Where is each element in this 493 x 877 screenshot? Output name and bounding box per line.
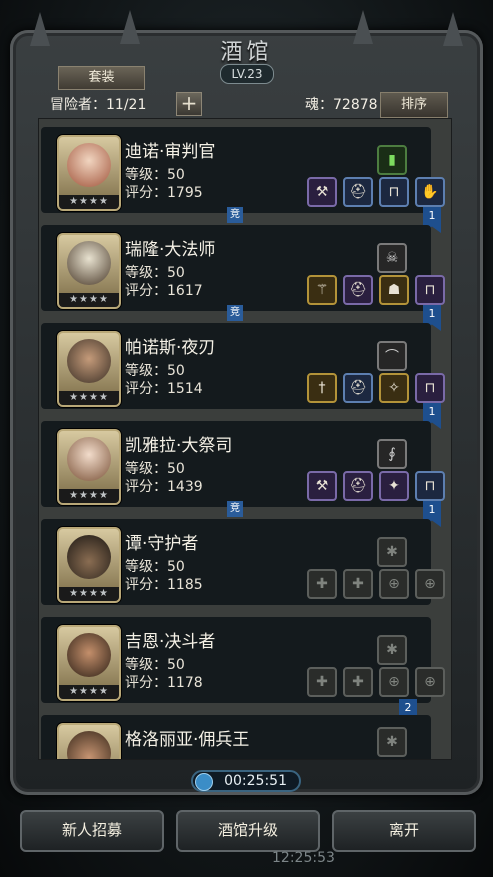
arena-tag: 竞 xyxy=(227,207,243,223)
armor-icon[interactable]: ⊓ xyxy=(415,275,445,305)
hero-name: 瑞隆·大法师 xyxy=(125,240,216,260)
star-rating: ★★★★ xyxy=(59,587,119,601)
recruit-timer: 00:25:51 xyxy=(191,770,301,792)
bracer-icon[interactable]: ⌒ xyxy=(377,341,407,371)
empty-slot-icon[interactable]: ✱ xyxy=(377,635,407,665)
helmet-icon[interactable]: ⛑ xyxy=(343,275,373,305)
empty-armor-slot-icon[interactable]: ✚ xyxy=(343,569,373,599)
empty-weapon-slot-icon[interactable]: ✚ xyxy=(307,569,337,599)
star-rating: ★★★★ xyxy=(59,293,119,307)
hero-level: 等级：50 xyxy=(125,657,185,673)
empty-slot-icon[interactable]: ⊕ xyxy=(379,667,409,697)
hero-score: 评分：1185 xyxy=(125,577,203,593)
skull-mask-icon xyxy=(67,241,111,285)
hero-row[interactable]: ★★★★ 凯雅拉·大祭司 等级：50 评分：1439 ∮ ⚒ ⛑ ✦ ⊓ xyxy=(41,421,445,507)
empty-slot-icon[interactable]: ✱ xyxy=(377,537,407,567)
hero-row[interactable]: ★★★★ 吉恩·决斗者 等级：50 评分：1178 ✱ ✚ ✚ ⊕ ⊕ xyxy=(41,617,445,703)
duelist-face-icon xyxy=(67,633,111,677)
armor-icon[interactable]: ⊓ xyxy=(379,177,409,207)
book-icon[interactable]: ▮ xyxy=(377,145,407,175)
add-adventurer-button[interactable]: + xyxy=(176,92,202,116)
hero-level: 等级：50 xyxy=(125,363,185,379)
hero-name: 迪诺·审判官 xyxy=(125,142,216,162)
staff-icon[interactable]: ⚚ xyxy=(307,275,337,305)
adventurer-count: 冒险者：11/21 xyxy=(50,97,147,113)
hero-level: 等级：50 xyxy=(125,265,185,281)
hero-portrait[interactable]: ★★★★ xyxy=(57,233,121,309)
hero-portrait[interactable]: ★★★★ xyxy=(57,331,121,407)
sort-button[interactable]: 排序 xyxy=(380,92,448,118)
necklace-icon[interactable]: ∮ xyxy=(377,439,407,469)
hero-name: 帕诺斯·夜刃 xyxy=(125,338,216,358)
hero-row[interactable]: ★★★★ 谭·守护者 等级：50 评分：1185 ✱ ✚ ✚ ⊕ ⊕ xyxy=(41,519,445,605)
hat-face-icon xyxy=(67,535,111,579)
hero-portrait[interactable]: ★★★★ xyxy=(57,625,121,701)
empty-slot-icon[interactable]: ⊕ xyxy=(379,569,409,599)
feather-icon[interactable]: ✧ xyxy=(379,373,409,403)
hero-row[interactable]: ★★★★ 迪诺·审判官 等级：50 评分：1795 ▮ ⚒ ⛑ ⊓ ✋ xyxy=(41,127,445,213)
suit-button[interactable]: 套装 xyxy=(58,66,145,90)
mercenary-face-icon xyxy=(67,731,111,759)
hero-row[interactable]: 格洛丽亚·佣兵王 ✱ xyxy=(41,715,431,759)
helmet-icon[interactable]: ⛑ xyxy=(343,471,373,501)
recruit-button[interactable]: 新人招募 xyxy=(20,810,164,852)
hero-score: 评分：1514 xyxy=(125,381,203,397)
leave-button[interactable]: 离开 xyxy=(332,810,476,852)
system-clock: 12:25:53 xyxy=(272,850,335,866)
hero-name: 凯雅拉·大祭司 xyxy=(125,436,233,456)
hero-score: 评分：1795 xyxy=(125,185,203,201)
hero-level: 等级：50 xyxy=(125,559,185,575)
gauntlet-icon[interactable]: ✋ xyxy=(415,177,445,207)
helmet-icon[interactable]: ⛑ xyxy=(343,177,373,207)
armor-icon[interactable]: ⊓ xyxy=(415,471,445,501)
hero-portrait[interactable] xyxy=(57,723,121,759)
hero-row[interactable]: ★★★★ 瑞隆·大法师 等级：50 评分：1617 ☠ ⚚ ⛑ ☗ ⊓ xyxy=(41,225,445,311)
arena-tag: 竞 xyxy=(227,305,243,321)
hero-score: 评分：1617 xyxy=(125,283,203,299)
page-title: 酒馆 xyxy=(220,40,273,65)
hammer-icon[interactable]: ⚒ xyxy=(307,177,337,207)
hero-name: 谭·守护者 xyxy=(125,534,199,554)
mask-icon[interactable]: ☗ xyxy=(379,275,409,305)
hero-level: 等级：50 xyxy=(125,461,185,477)
star-rating: ★★★★ xyxy=(59,391,119,405)
upgrade-tavern-button[interactable]: 酒馆升级 xyxy=(176,810,320,852)
skull-icon[interactable]: ☠ xyxy=(377,243,407,273)
dagger-icon[interactable]: † xyxy=(307,373,337,403)
hero-list[interactable]: ★★★★ 迪诺·审判官 等级：50 评分：1795 ▮ ⚒ ⛑ ⊓ ✋ 竞 1 … xyxy=(38,118,452,760)
armor-icon[interactable]: ⊓ xyxy=(415,373,445,403)
empty-slot-icon[interactable]: ⊕ xyxy=(415,569,445,599)
hero-name: 吉恩·决斗者 xyxy=(125,632,216,652)
timer-icon xyxy=(195,773,213,791)
arena-tag: 竞 xyxy=(227,501,243,517)
empty-weapon-slot-icon[interactable]: ✚ xyxy=(307,667,337,697)
empty-slot-icon[interactable]: ✱ xyxy=(377,727,407,757)
hooded-face-icon xyxy=(67,339,111,383)
charm-icon[interactable]: ✦ xyxy=(379,471,409,501)
hero-portrait[interactable]: ★★★★ xyxy=(57,527,121,603)
star-rating: ★★★★ xyxy=(59,489,119,503)
star-rating: ★★★★ xyxy=(59,685,119,699)
hero-face-icon xyxy=(67,143,111,187)
soul-counter: 魂：72878 xyxy=(305,97,378,113)
priestess-face-icon xyxy=(67,437,111,481)
level-badge: LV.23 xyxy=(220,64,274,84)
timer-text: 00:25:51 xyxy=(224,773,287,789)
helmet-icon[interactable]: ⛑ xyxy=(343,373,373,403)
hero-score: 评分：1178 xyxy=(125,675,203,691)
hero-portrait[interactable]: ★★★★ xyxy=(57,429,121,505)
hero-portrait[interactable]: ★★★★ xyxy=(57,135,121,211)
hammer-icon[interactable]: ⚒ xyxy=(307,471,337,501)
hero-row[interactable]: ★★★★ 帕诺斯·夜刃 等级：50 评分：1514 ⌒ † ⛑ ✧ ⊓ xyxy=(41,323,445,409)
hero-name: 格洛丽亚·佣兵王 xyxy=(125,730,250,750)
star-rating: ★★★★ xyxy=(59,195,119,209)
hero-score: 评分：1439 xyxy=(125,479,203,495)
empty-slot-icon[interactable]: ⊕ xyxy=(415,667,445,697)
hero-level: 等级：50 xyxy=(125,167,185,183)
empty-armor-slot-icon[interactable]: ✚ xyxy=(343,667,373,697)
